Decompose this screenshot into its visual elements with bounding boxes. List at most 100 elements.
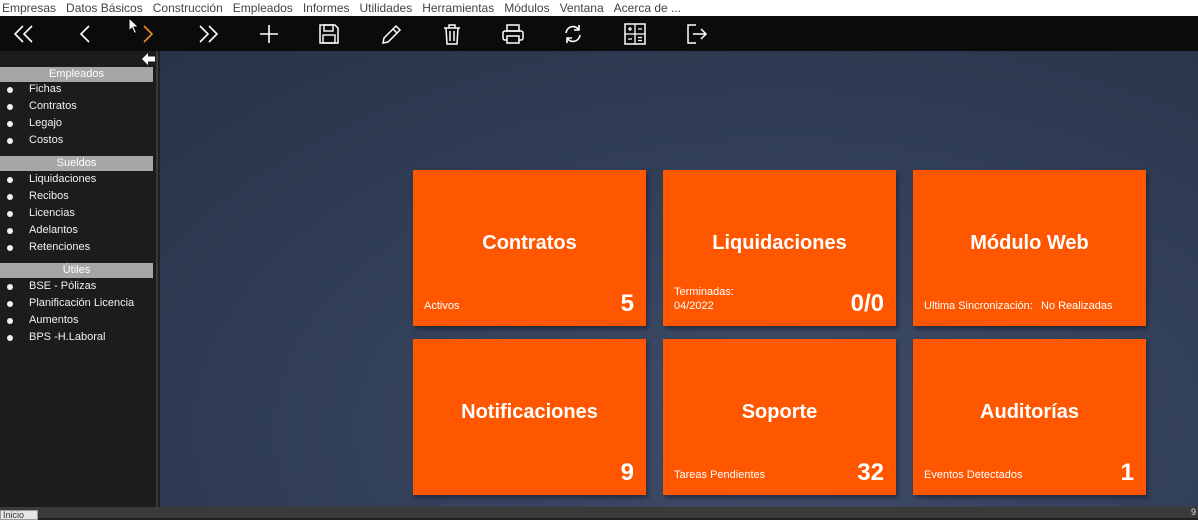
menu-modulos[interactable]: Módulos <box>501 0 556 16</box>
menu-acerca-de[interactable]: Acerca de ... <box>611 0 688 16</box>
tile-soporte[interactable]: Soporte Tareas Pendientes 32 <box>663 339 896 495</box>
menu-informes[interactable]: Informes <box>300 0 357 16</box>
bullet-icon <box>7 87 13 93</box>
toolbar <box>0 16 1198 51</box>
menu-empleados[interactable]: Empleados <box>230 0 300 16</box>
bullet-icon <box>7 318 13 324</box>
bullet-icon <box>7 138 13 144</box>
menu-herramientas[interactable]: Herramientas <box>419 0 501 16</box>
refresh-icon <box>565 24 581 43</box>
sidebar-item-recibos[interactable]: Recibos <box>0 188 156 205</box>
collapse-sidebar-icon[interactable] <box>142 53 156 65</box>
bullet-icon <box>7 284 13 290</box>
calculator-icon <box>624 22 646 45</box>
section-header-utiles: Útiles <box>0 263 153 278</box>
bullet-icon <box>7 335 13 341</box>
sidebar-item-label: Aumentos <box>29 314 79 326</box>
calculator-button[interactable] <box>617 18 653 49</box>
first-record-button[interactable] <box>6 18 42 49</box>
sidebar-item-label: Recibos <box>29 190 69 202</box>
sidebar-item-label: Planificación Licencia <box>29 297 135 309</box>
sidebar-item-licencias[interactable]: Licencias <box>0 205 156 222</box>
menu-empresas[interactable]: Empresas <box>0 0 63 16</box>
dashboard: Contratos Activos 5 Liquidaciones Termin… <box>160 51 1198 507</box>
tile-contratos[interactable]: Contratos Activos 5 <box>413 170 646 326</box>
delete-icon <box>444 23 460 45</box>
tile-subtitle-line1: Terminadas: <box>674 286 734 298</box>
menu-construccion[interactable]: Construcción <box>150 0 230 16</box>
add-button[interactable] <box>251 18 287 49</box>
sidebar-item-bse-polizas[interactable]: BSE - Pólizas <box>0 278 156 295</box>
tile-subtitle: Ultima Sincronización: <box>924 300 1033 312</box>
previous-icon <box>79 24 90 43</box>
tile-liquidaciones[interactable]: Liquidaciones Terminadas: 04/2022 0/0 <box>663 170 896 326</box>
tile-auditorias[interactable]: Auditorías Eventos Detectados 1 <box>913 339 1146 495</box>
add-icon <box>260 24 278 43</box>
tile-title: Contratos <box>482 232 577 254</box>
sidebar-item-bps-h-laboral[interactable]: BPS -H.Laboral <box>0 329 156 346</box>
bullet-icon <box>7 211 13 217</box>
sidebar-item-legajo[interactable]: Legajo <box>0 115 156 132</box>
mouse-cursor-icon <box>128 17 140 35</box>
menu-utilidades[interactable]: Utilidades <box>357 0 420 16</box>
sidebar-item-label: Legajo <box>29 117 63 129</box>
bullet-icon <box>7 301 13 307</box>
last-icon <box>199 24 219 43</box>
bullet-icon <box>7 104 13 110</box>
sidebar-item-label: BPS -H.Laboral <box>29 331 106 343</box>
section-header-empleados: Empleados <box>0 67 153 82</box>
edit-button[interactable] <box>373 18 409 49</box>
tile-subtitle-value: No Realizadas <box>1041 300 1113 312</box>
bullet-icon <box>7 121 13 127</box>
print-icon <box>502 23 524 44</box>
delete-button[interactable] <box>434 18 470 49</box>
tile-count: 0/0 <box>850 290 884 317</box>
tile-notificaciones[interactable]: Notificaciones 9 <box>413 339 646 495</box>
bullet-icon <box>7 245 13 251</box>
exit-icon <box>687 23 708 44</box>
tile-count: 32 <box>857 459 884 486</box>
sidebar-item-planificacion-licencia[interactable]: Planificación Licencia <box>0 295 156 312</box>
bullet-icon <box>7 228 13 234</box>
menu-bar: Empresas Datos Básicos Construcción Empl… <box>0 0 1198 16</box>
sidebar-item-label: Retenciones <box>29 241 91 253</box>
edit-icon <box>382 24 402 44</box>
save-button[interactable] <box>311 18 347 49</box>
sidebar-item-label: BSE - Pólizas <box>29 280 97 292</box>
status-corner-text: 9 <box>1190 507 1196 517</box>
tile-modulo-web[interactable]: Módulo Web Ultima Sincronización: No Rea… <box>913 170 1146 326</box>
sidebar-item-label: Liquidaciones <box>29 173 97 185</box>
menu-datos-basicos[interactable]: Datos Básicos <box>63 0 150 16</box>
sidebar-item-contratos[interactable]: Contratos <box>0 98 156 115</box>
sidebar-item-fichas[interactable]: Fichas <box>0 81 156 98</box>
sidebar-item-label: Contratos <box>29 100 77 112</box>
tile-title: Notificaciones <box>461 401 598 423</box>
tile-subtitle: Eventos Detectados <box>924 469 1023 481</box>
tile-subtitle-line2: 04/2022 <box>674 300 714 312</box>
tile-title: Auditorías <box>980 401 1079 423</box>
last-record-button[interactable] <box>190 18 226 49</box>
tile-count: 1 <box>1120 459 1134 486</box>
tab-inicio[interactable]: Inicio <box>0 510 38 520</box>
menu-ventana[interactable]: Ventana <box>557 0 611 16</box>
sidebar-item-aumentos[interactable]: Aumentos <box>0 312 156 329</box>
tile-count: 9 <box>620 459 634 486</box>
bullet-icon <box>7 194 13 200</box>
tile-subtitle: Activos <box>424 300 460 312</box>
sidebar-item-label: Licencias <box>29 207 75 219</box>
sidebar-item-liquidaciones[interactable]: Liquidaciones <box>0 171 156 188</box>
sidebar-item-label: Fichas <box>29 83 62 95</box>
section-header-sueldos: Sueldos <box>0 156 153 171</box>
exit-button[interactable] <box>679 18 715 49</box>
sidebar-item-retenciones[interactable]: Retenciones <box>0 239 156 256</box>
print-button[interactable] <box>495 18 531 49</box>
previous-record-button[interactable] <box>67 18 103 49</box>
tile-subtitle: Tareas Pendientes <box>674 469 766 481</box>
status-bar: Inicio 9 <box>0 507 1198 520</box>
bullet-icon <box>7 177 13 183</box>
refresh-button[interactable] <box>555 18 591 49</box>
tile-subtitle: Terminadas: 04/2022 <box>674 285 734 313</box>
tile-count: 5 <box>620 290 634 317</box>
sidebar-item-adelantos[interactable]: Adelantos <box>0 222 156 239</box>
sidebar-item-costos[interactable]: Costos <box>0 132 156 149</box>
